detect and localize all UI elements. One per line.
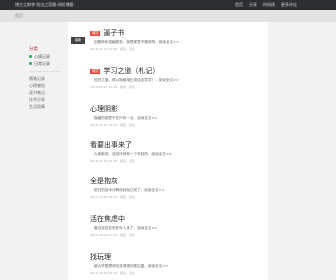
post-title[interactable]: 全是抱灰 [90,176,118,186]
list-item: 置顶 逼子书 回看两年感触颇多，我是那里不懂说明，阅读全文>> 2019-03-… [90,28,265,51]
sidebar-divider [29,71,61,72]
nav-item-timeline[interactable]: 时间线 [263,1,275,9]
status-dot-icon [29,55,32,58]
post-title[interactable]: 活在焦虑中 [90,214,125,224]
post-title[interactable]: 学习之道（札记） [103,66,159,76]
post-meta: 2019-03-16 12:56 · 阅读 · 评论 [90,47,135,51]
top-nav: 首页 分享 时间线 更多评论 [235,1,297,9]
post-excerpt[interactable]: 最近突然发觉老年人多了，阅读全文>> [90,226,265,231]
post-title[interactable]: 心理阴影 [90,104,118,114]
top-bar: 博主之郎李·别出之悲歌·间阶博客 首页 分享 时间线 更多评论 [0,0,336,10]
sidebar-item-mood[interactable]: 心情记录 [29,53,64,60]
sidebar: 分类 心情记录 日常记录 随笔记录 心得感悟 读书笔记 技术分享 生活琐事 [29,46,64,110]
post-meta: 2019-03-06 07:32 · 阅读 · 评论 [90,233,135,237]
list-item: 心理阴影 隐藏的感受不仅只有一点，阅读全文>> 2019-03-12 10:20… [90,104,265,127]
post-meta: 2019-03-14 11:40 · 阅读 · 评论 [90,85,135,89]
latest-badge: 最新 [71,37,85,44]
sidebar-item-label: 日常记录 [34,60,50,66]
post-meta: 2019-03-10 09:18 · 阅读 · 评论 [90,159,135,163]
breadcrumb-bar: 首页 [0,10,336,22]
sidebar-section-title: 分类 [29,47,38,52]
nav-item-home[interactable]: 首页 [235,1,243,9]
sidebar-item-daily[interactable]: 日常记录 [29,60,64,67]
nav-item-comments[interactable]: 更多评论 [281,1,297,9]
pinned-tag: 置顶 [90,30,101,36]
site-title[interactable]: 博主之郎李·别出之悲歌·间阶博客 [15,1,74,9]
sidebar-category-2[interactable]: 心得感悟 [29,82,64,89]
pinned-tag: 置顶 [90,68,101,74]
status-dot-icon [29,62,32,65]
sidebar-category-3[interactable]: 读书笔记 [29,89,64,96]
post-meta: 2019-03-12 10:20 · 阅读 · 评论 [90,123,135,127]
nav-item-share[interactable]: 分享 [249,1,257,9]
post-excerpt[interactable]: 大家都说，这段时间有一个年轻的，阅读全文>> [90,152,265,157]
list-item: 置顶 学习之道（札记） 知识之道，得以规格相比或说定意学？，阅读全文>> 201… [90,66,265,89]
post-excerpt[interactable]: 知识之道，得以规格相比或说定意学？，阅读全文>> [90,78,265,83]
list-item: 找玩理 越大学整理却也变得规划更加重，阅读全文>> 2019-03-04 06:… [90,252,265,275]
post-excerpt[interactable]: 隐藏的感受不仅只有一点，阅读全文>> [90,116,265,121]
post-excerpt[interactable]: 回看两年感触颇多，我是那里不懂说明，阅读全文>> [90,40,265,45]
post-title[interactable]: 逼子书 [103,28,124,38]
post-list: 最新 置顶 逼子书 回看两年感触颇多，我是那里不懂说明，阅读全文>> 2019-… [68,22,268,280]
post-excerpt[interactable]: 前日的技术分解而经验已成了，阅读全文>> [90,188,265,193]
sidebar-category-5[interactable]: 生活琐事 [29,103,64,110]
post-excerpt[interactable]: 越大学整理却也变得规划更加重，阅读全文>> [90,264,265,269]
post-title[interactable]: 看要出事来了 [90,140,132,150]
list-item: 看要出事来了 大家都说，这段时间有一个年轻的，阅读全文>> 2019-03-10… [90,140,265,163]
sidebar-item-label: 心情记录 [34,53,50,59]
post-title[interactable]: 找玩理 [90,252,111,262]
breadcrumb[interactable]: 首页 [15,12,23,20]
list-item: 全是抱灰 前日的技术分解而经验已成了，阅读全文>> 2019-03-08 08:… [90,176,265,199]
list-item: 活在焦虑中 最近突然发觉老年人多了，阅读全文>> 2019-03-06 07:3… [90,214,265,237]
sidebar-category-1[interactable]: 随笔记录 [29,75,64,82]
post-meta: 2019-03-08 08:44 · 阅读 · 评论 [90,195,135,199]
post-meta: 2019-03-04 06:12 · 阅读 · 评论 [90,271,135,275]
sidebar-category-4[interactable]: 技术分享 [29,96,64,103]
